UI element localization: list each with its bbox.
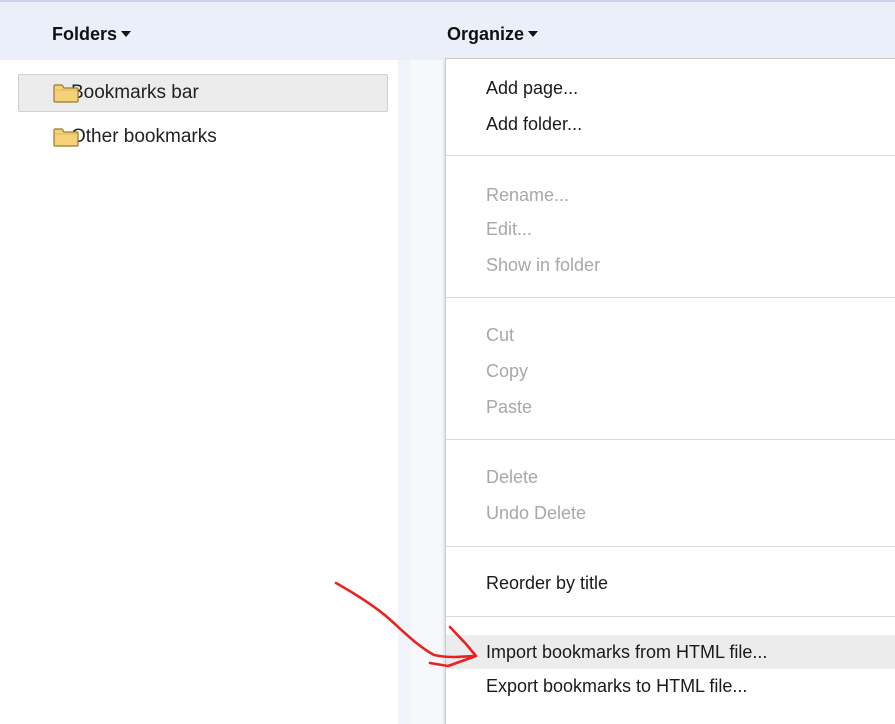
folder-item-label: Bookmarks bar <box>71 82 199 103</box>
menu-item-rename: Rename... <box>486 185 570 205</box>
menu-item-delete: Delete <box>486 467 539 487</box>
folders-menu-label: Folders <box>52 24 118 44</box>
menu-item-show-in-folder: Show in folder <box>486 255 601 275</box>
menu-item-edit: Edit... <box>486 219 533 239</box>
menu-item-undo-delete: Undo Delete <box>486 503 587 523</box>
folder-tree: Bookmarks bar Other bookmarks <box>0 60 400 724</box>
caret-down-icon <box>528 31 539 37</box>
organize-menu-button[interactable]: Organize <box>447 24 539 45</box>
menu-item-reorder-by-title[interactable]: Reorder by title <box>446 566 895 600</box>
organize-menu-label: Organize <box>447 24 525 44</box>
folder-item-label: Other bookmarks <box>71 126 217 147</box>
bookmark-manager: Folders Organize Bookmarks bar Other boo… <box>0 0 895 724</box>
folders-menu-button[interactable]: Folders <box>52 24 132 45</box>
menu-item-cut: Cut <box>486 325 515 345</box>
folder-icon <box>53 127 79 147</box>
caret-down-icon <box>121 31 132 37</box>
menu-item-export-bookmarks[interactable]: Export bookmarks to HTML file... <box>446 669 895 703</box>
folder-item-other-bookmarks[interactable]: Other bookmarks <box>18 118 388 156</box>
menu-item-add-page[interactable]: Add page... <box>446 71 895 105</box>
menu-item-paste: Paste <box>486 397 533 417</box>
menu-separator <box>446 439 895 440</box>
folder-icon <box>53 83 79 103</box>
menu-separator <box>446 297 895 298</box>
menu-separator <box>446 546 895 547</box>
menu-separator <box>446 616 895 617</box>
menu-item-add-folder[interactable]: Add folder... <box>446 107 895 141</box>
pane-splitter[interactable] <box>398 60 410 724</box>
menu-item-copy: Copy <box>486 361 529 381</box>
organize-menu: Add page... Add folder... Rename... Edit… <box>445 58 895 724</box>
folder-item-bookmarks-bar[interactable]: Bookmarks bar <box>18 74 388 112</box>
header-bar: Folders Organize <box>0 0 895 60</box>
menu-item-import-bookmarks[interactable]: Import bookmarks from HTML file... <box>446 635 895 669</box>
menu-separator <box>446 155 895 156</box>
